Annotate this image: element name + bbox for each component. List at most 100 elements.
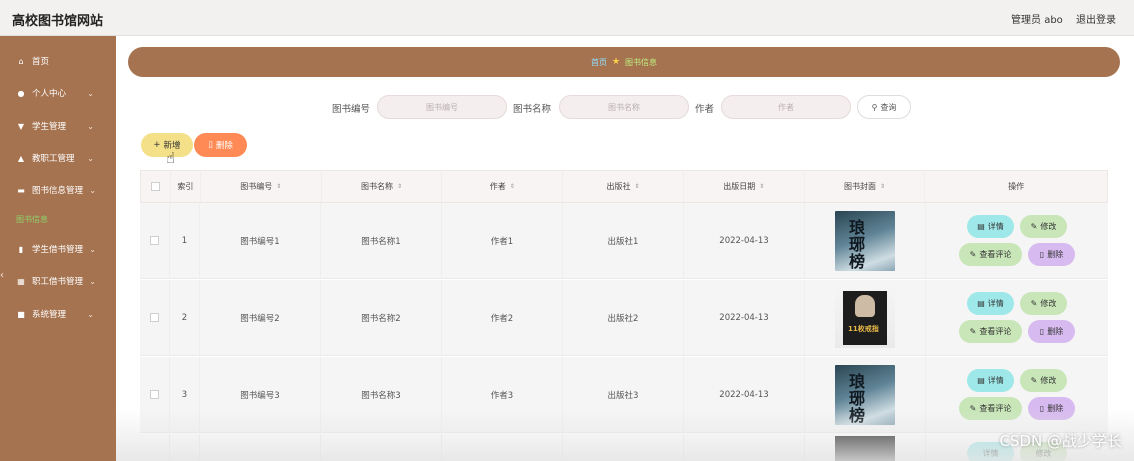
sidebar-item-home[interactable]: ⌂ 首页	[0, 49, 116, 73]
cell-book-no	[200, 434, 321, 461]
row-delete-button[interactable]: ▯ 删除	[1028, 320, 1075, 343]
comment-label: 查看评论	[979, 250, 1012, 259]
query-button[interactable]: ⚲ 查询	[857, 95, 911, 119]
header-publisher[interactable]: 出版社 ⇕	[563, 171, 684, 202]
edit-button[interactable]: ✎ 修改	[1020, 215, 1067, 238]
header-checkbox-cell	[141, 171, 171, 202]
comment-label: 查看评论	[979, 404, 1012, 413]
book-cover-image: 11枚戒指	[835, 287, 895, 348]
chevron-down-icon: ⌄	[87, 88, 94, 98]
cell-book-name: 图书名称2	[321, 280, 442, 355]
query-button-label: 查询	[880, 102, 897, 112]
cell-publisher: 出版社2	[563, 280, 684, 355]
chevron-down-icon: ⌄	[89, 185, 96, 195]
header-book-no[interactable]: 图书编号 ⇕	[201, 171, 322, 202]
sidebar-item-profile[interactable]: ● 个人中心 ⌄	[0, 81, 116, 105]
collapse-arrow-icon[interactable]: ‹	[0, 270, 4, 281]
edit-button[interactable]: ✎ 修改	[1020, 292, 1067, 315]
sidebar-item-staff[interactable]: ▲ 教职工管理 ⌄	[0, 146, 116, 170]
row-checkbox[interactable]	[150, 313, 159, 322]
header-cover[interactable]: 图书封面 ⇕	[805, 171, 926, 202]
row-checkbox[interactable]	[150, 236, 159, 245]
sidebar-item-book-info[interactable]: ▬ 图书信息管理 ⌄	[0, 178, 116, 202]
logout-link[interactable]: 退出登录	[1076, 15, 1116, 26]
header-label: 作者	[489, 182, 506, 191]
select-all-checkbox[interactable]	[150, 182, 160, 191]
detail-button[interactable]: ▤ 详情	[967, 292, 1014, 315]
sidebar-subitem-book-info[interactable]: 图书信息	[16, 214, 48, 225]
detail-button[interactable]: ▤ 详情	[967, 215, 1014, 238]
book-no-label: 图书编号	[332, 104, 371, 115]
header-author[interactable]: 作者 ⇕	[442, 171, 564, 202]
cell-cover: 11枚戒指	[805, 280, 926, 355]
cell-index: 3	[170, 357, 200, 432]
sidebar-item-staff-borrow[interactable]: ▦ 职工借书管理 ⌄	[0, 269, 116, 293]
sidebar-item-label: 系统管理	[32, 310, 67, 320]
staff-icon: ▲	[17, 153, 25, 163]
view-comments-button[interactable]: ✎ 查看评论	[959, 320, 1022, 343]
doc-icon: ▤	[977, 222, 985, 231]
header-operations: 操作	[1008, 182, 1025, 191]
chevron-down-icon: ⌄	[89, 276, 96, 286]
chevron-down-icon: ⌄	[89, 244, 96, 254]
delete-button[interactable]: ▯ 删除	[194, 133, 247, 157]
header-book-name[interactable]: 图书名称 ⇕	[322, 171, 443, 202]
cell-operations: ▤ 详情 ✎ 修改 ✎ 查看评论 ▯ 删除	[926, 203, 1108, 278]
sidebar-item-students[interactable]: ▼ 学生管理 ⌄	[0, 114, 116, 138]
trash-icon: ▯	[208, 140, 213, 150]
book-name-input[interactable]	[559, 95, 689, 119]
header-date[interactable]: 出版日期 ⇕	[684, 171, 805, 202]
edit-button[interactable]: ✎ 修改	[1020, 369, 1067, 392]
student-icon: ▼	[17, 121, 25, 131]
cell-cover: 琅琊榜	[805, 203, 926, 278]
plus-icon: +	[153, 140, 161, 150]
sidebar-item-label: 首页	[32, 57, 50, 67]
sort-icon: ⇕	[509, 183, 515, 190]
row-delete-button[interactable]: ▯ 删除	[1028, 243, 1075, 266]
book-no-input[interactable]	[377, 95, 507, 119]
breadcrumb-home[interactable]: 首页	[591, 57, 607, 68]
table-header: 索引 图书编号 ⇕ 图书名称 ⇕ 作者 ⇕ 出版社 ⇕ 出版日期 ⇕ 图书封面 ⇕ 操作	[140, 170, 1108, 203]
sort-icon: ⇕	[759, 183, 765, 190]
chart-icon: ▮	[18, 244, 24, 254]
author-input[interactable]	[721, 95, 851, 119]
row-checkbox-cell	[140, 357, 170, 432]
cell-index: 2	[170, 280, 200, 355]
cell-book-name: 图书名称1	[321, 203, 442, 278]
book-cover-image: 琅琊榜	[835, 210, 895, 271]
detail-label: 详情	[987, 376, 1004, 385]
watermark: CSDN @战少学长	[999, 432, 1122, 450]
cell-book-no: 图书编号1	[200, 203, 321, 278]
chevron-down-icon: ⌄	[87, 121, 94, 131]
row-checkbox-cell	[140, 280, 170, 355]
book-name-label: 图书名称	[513, 104, 552, 115]
sidebar-item-label: 学生管理	[32, 122, 67, 132]
pencil-icon: ✎	[969, 250, 977, 259]
book-cover-image: 琅琊榜	[835, 364, 895, 425]
top-right-area: 管理员 abo 退出登录	[1001, 11, 1116, 26]
edit-label: 修改	[1040, 299, 1057, 308]
sidebar-item-label: 教职工管理	[32, 154, 75, 164]
pencil-icon: ✎	[969, 404, 977, 413]
edit-label: 修改	[1040, 222, 1057, 231]
cell-date: 2022-04-13	[684, 280, 805, 355]
header-label: 图书封面	[843, 182, 876, 191]
sort-icon: ⇕	[396, 183, 403, 190]
cell-cover: 琅琊榜	[805, 357, 926, 432]
table-row: 1 图书编号1 图书名称1 作者1 出版社1 2022-04-13 琅琊榜 ▤ 详…	[140, 203, 1108, 279]
sidebar-item-system[interactable]: ■ 系统管理 ⌄	[0, 302, 116, 326]
cell-author: 作者3	[442, 357, 563, 432]
header-label: 图书编号	[240, 182, 273, 191]
row-checkbox[interactable]	[150, 390, 159, 399]
row-delete-button[interactable]: ▯ 删除	[1028, 397, 1075, 420]
breadcrumb: 首页 ★ 图书信息	[128, 47, 1120, 77]
delete-label: 删除	[1047, 327, 1064, 336]
cell-book-no: 图书编号2	[200, 280, 321, 355]
cell-author: 作者1	[442, 203, 563, 278]
admin-label: 管理员 abo	[1011, 15, 1063, 26]
sidebar-item-student-borrow[interactable]: ▮ 学生借书管理 ⌄	[0, 237, 116, 261]
view-comments-button[interactable]: ✎ 查看评论	[959, 397, 1022, 420]
view-comments-button[interactable]: ✎ 查看评论	[959, 243, 1022, 266]
detail-button[interactable]: ▤ 详情	[967, 369, 1014, 392]
sidebar-item-label: 学生借书管理	[32, 245, 84, 255]
